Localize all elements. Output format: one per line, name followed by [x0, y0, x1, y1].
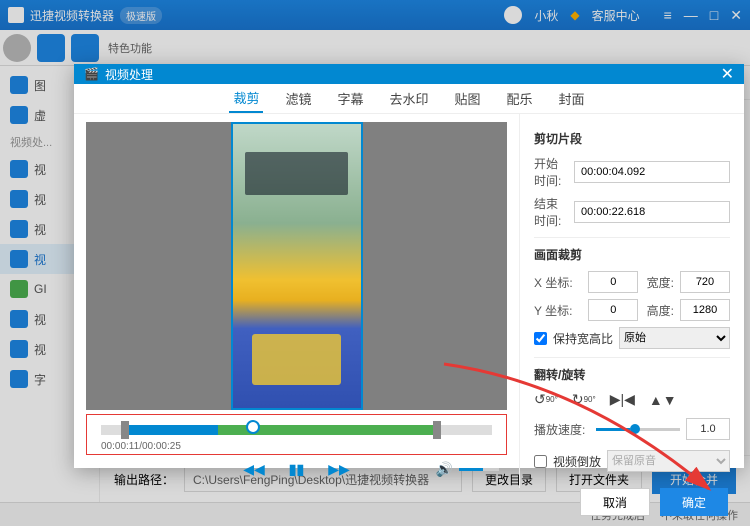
- pause-button[interactable]: ▮▮: [289, 461, 304, 478]
- rotate-left-icon[interactable]: ↺90°: [534, 391, 558, 408]
- tab-music[interactable]: 配乐: [503, 85, 537, 112]
- reverse-label: 视频倒放: [553, 453, 601, 470]
- modal-footer: 取消 确定: [74, 488, 744, 516]
- y-label: Y 坐标:: [534, 302, 582, 319]
- video-edit-modal: 🎬 视频处理 ✕ 裁剪 滤镜 字幕 去水印 贴图 配乐 封面: [74, 64, 744, 468]
- ok-button[interactable]: 确定: [660, 488, 728, 516]
- start-time-input[interactable]: [574, 161, 730, 183]
- settings-column: 剪切片段 开始时间: 结束时间: 画面裁剪 X 坐标: 宽度: Y 坐标: 高度…: [519, 114, 744, 488]
- rotate-right-icon[interactable]: ↻90°: [572, 391, 596, 408]
- reverse-checkbox[interactable]: [534, 455, 547, 468]
- ratio-select[interactable]: 原始: [619, 327, 730, 349]
- forward-button[interactable]: ▶▶: [328, 461, 350, 478]
- video-preview[interactable]: [86, 122, 507, 410]
- width-label: 宽度:: [644, 274, 674, 291]
- playhead[interactable]: [246, 420, 260, 434]
- rewind-button[interactable]: ◀◀: [243, 461, 265, 478]
- volume-control[interactable]: 🔊: [436, 461, 499, 478]
- tab-crop[interactable]: 裁剪: [229, 84, 263, 113]
- height-input[interactable]: [680, 299, 730, 321]
- modal-icon: 🎬: [84, 67, 99, 81]
- width-input[interactable]: [680, 271, 730, 293]
- cancel-button[interactable]: 取消: [580, 488, 650, 516]
- timeline-highlighted: 00:00:11/00:00:25: [86, 414, 507, 455]
- reverse-audio-select[interactable]: 保留原音: [607, 450, 730, 472]
- timeline-track-left: [121, 425, 219, 435]
- modal-title-text: 视频处理: [105, 66, 153, 83]
- speed-slider[interactable]: [596, 428, 680, 431]
- modal-titlebar: 🎬 视频处理 ✕: [74, 64, 744, 84]
- flip-horizontal-icon[interactable]: ▶|◀: [610, 391, 635, 408]
- keep-ratio-checkbox[interactable]: [534, 332, 547, 345]
- y-input[interactable]: [588, 299, 638, 321]
- x-label: X 坐标:: [534, 274, 582, 291]
- volume-slider[interactable]: [459, 468, 499, 471]
- end-time-input[interactable]: [574, 201, 730, 223]
- speed-label: 播放速度:: [534, 421, 590, 438]
- tab-sticker[interactable]: 贴图: [451, 85, 485, 112]
- start-time-label: 开始时间:: [534, 155, 568, 189]
- modal-tabs: 裁剪 滤镜 字幕 去水印 贴图 配乐 封面: [74, 84, 744, 114]
- crop-title: 画面裁剪: [534, 246, 730, 263]
- speed-value[interactable]: 1.0: [686, 418, 730, 440]
- tab-watermark[interactable]: 去水印: [385, 85, 432, 112]
- volume-icon: 🔊: [436, 461, 453, 478]
- video-frame: [231, 122, 363, 410]
- time-current: 00:00:11: [101, 441, 139, 452]
- timeline[interactable]: [101, 425, 492, 435]
- keep-ratio-label: 保持宽高比: [553, 330, 613, 347]
- tab-filter[interactable]: 滤镜: [281, 85, 315, 112]
- x-input[interactable]: [588, 271, 638, 293]
- playback-controls: ◀◀ ▮▮ ▶▶ 🔊: [86, 455, 507, 480]
- trim-handle-end[interactable]: [433, 421, 441, 439]
- time-total: 00:00:25: [142, 441, 181, 452]
- modal-close-button[interactable]: ✕: [721, 64, 734, 84]
- trim-handle-start[interactable]: [121, 421, 129, 439]
- end-time-label: 结束时间:: [534, 195, 568, 229]
- height-label: 高度:: [644, 302, 674, 319]
- tab-cover[interactable]: 封面: [555, 85, 589, 112]
- flip-vertical-icon[interactable]: ▲▼: [649, 391, 677, 408]
- trim-title: 剪切片段: [534, 130, 730, 147]
- tab-subtitle[interactable]: 字幕: [333, 85, 367, 112]
- rotate-title: 翻转/旋转: [534, 366, 730, 383]
- preview-column: 00:00:11/00:00:25 ◀◀ ▮▮ ▶▶ 🔊: [74, 114, 519, 488]
